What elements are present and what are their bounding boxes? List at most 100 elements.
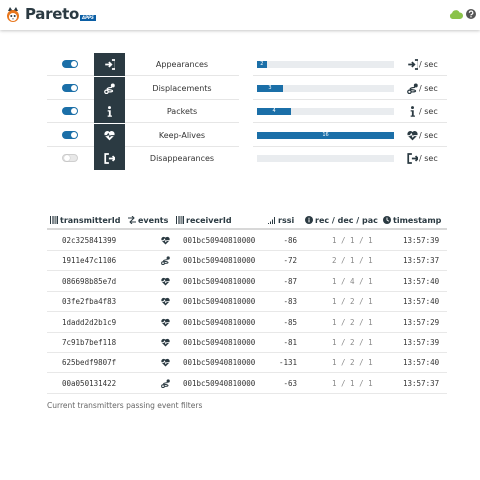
table-row[interactable]: 1911e47c1106 001bc50940810000 -72 2 / 1 / 1…: [47, 251, 447, 272]
transmitter-id[interactable]: 02c325841399: [62, 231, 116, 251]
filter-label: Disappearances: [149, 154, 215, 163]
rate-row-appearances: 2 / sec: [253, 53, 447, 76]
barcode-icon: [50, 216, 58, 224]
toggle-switch[interactable]: [62, 130, 78, 139]
counts-value: 1 / 2 / 1: [332, 297, 373, 307]
receiver-id[interactable]: 001bc50940810000: [183, 251, 255, 271]
heartbeat-icon: [161, 338, 170, 347]
heartbeat-icon: [161, 359, 170, 367]
filter-row-disappearances: Disappearances: [47, 147, 239, 170]
barcode-icon: [176, 216, 184, 224]
rate-unit: / sec: [419, 83, 438, 93]
transmitter-id[interactable]: 03fe2fba4f83: [62, 292, 116, 312]
heartbeat-icon: [161, 236, 170, 245]
rate-unit: / sec: [419, 130, 438, 140]
sign-in-icon: [408, 59, 418, 70]
rssi-value: -83: [283, 297, 297, 307]
toggle-switch[interactable]: [62, 107, 78, 115]
col-transmitter[interactable]: transmitterId: [50, 216, 120, 225]
col-receiver[interactable]: receiverId: [176, 216, 232, 225]
filter-label: Displacements: [152, 83, 212, 93]
col-timestamp[interactable]: timestamp: [383, 216, 441, 225]
counts-value: 1 / 1 / 1: [332, 378, 373, 388]
rate-bar: 4: [257, 108, 394, 115]
brand-name[interactable]: Pareto: [25, 5, 79, 23]
table-row[interactable]: 7c91b7bef118 001bc50940810000 -81 1 / 2 / 1…: [47, 333, 447, 353]
transmitter-id[interactable]: 625bedf9807f: [62, 353, 116, 373]
timestamp-value: 13:57:39: [403, 338, 440, 347]
transmitter-id[interactable]: 7c91b7bef118: [62, 333, 116, 353]
rate-unit: / sec: [419, 154, 438, 163]
receiver-id[interactable]: 001bc50940810000: [183, 313, 255, 333]
info-icon: [107, 106, 112, 117]
rssi-value: -72: [283, 256, 297, 266]
timestamp-value: 13:57:40: [403, 358, 440, 368]
transmitter-id[interactable]: 00a050131422: [62, 374, 116, 394]
rate-bar: 16: [257, 131, 394, 139]
timestamp-value: 13:57:37: [403, 378, 440, 388]
signal-icon: [268, 217, 275, 224]
filter-label: Packets: [166, 107, 198, 116]
rssi-value: -87: [283, 276, 297, 286]
rate-row-displacements: 3 / sec: [253, 77, 447, 100]
table-row[interactable]: 02c325841399 001bc50940810000 -86 1 / 1 / 1…: [47, 231, 447, 251]
receiver-id[interactable]: 001bc50940810000: [183, 353, 255, 373]
route-icon: [161, 379, 170, 388]
col-counts[interactable]: rec / dec / pac: [305, 216, 378, 225]
filter-row-appearances: Appearances: [47, 53, 239, 76]
counts-value: 1 / 2 / 1: [332, 358, 373, 368]
table-row[interactable]: 625bedf9807f 001bc50940810000 -131 1 / 2 / …: [47, 353, 447, 374]
table-row[interactable]: 086698b85e7d 001bc50940810000 -87 1 / 4 / 1…: [47, 272, 447, 292]
sign-out-icon: [407, 153, 418, 164]
col-rssi[interactable]: rssi: [268, 216, 294, 225]
help-icon[interactable]: [466, 9, 476, 19]
rssi-value: -81: [283, 338, 297, 347]
rate-unit: / sec: [419, 107, 438, 116]
cloud-icon[interactable]: [449, 9, 463, 19]
heartbeat-icon: [161, 277, 170, 286]
transmitter-id[interactable]: 1dadd2d2b1c9: [62, 313, 116, 333]
table-row[interactable]: 1dadd2d2b1c9 001bc50940810000 -85 1 / 2 / 1…: [47, 313, 447, 333]
toggle-switch[interactable]: [62, 154, 78, 162]
pareto-logo-icon[interactable]: [6, 7, 20, 23]
rate-row-packets: 4 / sec: [253, 100, 447, 123]
brand-subtitle: APPS: [80, 15, 96, 21]
exchange-icon: [128, 216, 136, 224]
filter-row-keep-alives: Keep-Alives: [47, 123, 239, 147]
toggle-switch[interactable]: [62, 83, 78, 92]
heartbeat-icon: [161, 298, 170, 306]
transmitter-id[interactable]: 086698b85e7d: [62, 272, 116, 292]
receiver-id[interactable]: 001bc50940810000: [183, 272, 255, 292]
table-row[interactable]: 03fe2fba4f83 001bc50940810000 -83 1 / 2 / 1…: [47, 292, 447, 313]
event-icon-box: [94, 123, 125, 147]
heartbeat-icon: [104, 130, 115, 140]
rate-row-keep-alives: 16 / sec: [253, 124, 447, 147]
filter-row-displacements: Displacements: [47, 76, 239, 100]
event-icon-box: [94, 147, 125, 170]
sign-out-icon: [104, 153, 115, 164]
rate-bar-fill: 4: [257, 108, 292, 115]
sign-in-icon: [105, 59, 115, 70]
timestamp-value: 13:57:40: [403, 276, 440, 286]
receiver-id[interactable]: 001bc50940810000: [183, 231, 255, 251]
info-circle-icon: [305, 216, 313, 224]
event-icon-box: [94, 100, 125, 123]
filter-label: Keep-Alives: [158, 130, 206, 140]
receiver-id[interactable]: 001bc50940810000: [183, 333, 255, 353]
rssi-value: -86: [283, 236, 297, 245]
counts-value: 1 / 2 / 1: [332, 338, 373, 347]
receiver-id[interactable]: 001bc50940810000: [183, 374, 255, 394]
receiver-id[interactable]: 001bc50940810000: [183, 292, 255, 312]
counts-value: 1 / 2 / 1: [332, 317, 373, 327]
rssi-value: -131: [278, 358, 297, 368]
filter-row-packets: Packets: [47, 100, 239, 123]
counts-value: 1 / 4 / 1: [332, 276, 373, 286]
rssi-value: -63: [283, 378, 297, 388]
info-icon: [410, 106, 415, 117]
counts-value: 1 / 1 / 1: [332, 236, 373, 245]
table-row[interactable]: 00a050131422 001bc50940810000 -63 1 / 1 / 1…: [47, 374, 447, 394]
col-events[interactable]: events: [128, 216, 168, 225]
transmitter-id[interactable]: 1911e47c1106: [62, 251, 116, 271]
toggle-switch[interactable]: [62, 60, 78, 68]
filter-label: Appearances: [155, 60, 209, 69]
